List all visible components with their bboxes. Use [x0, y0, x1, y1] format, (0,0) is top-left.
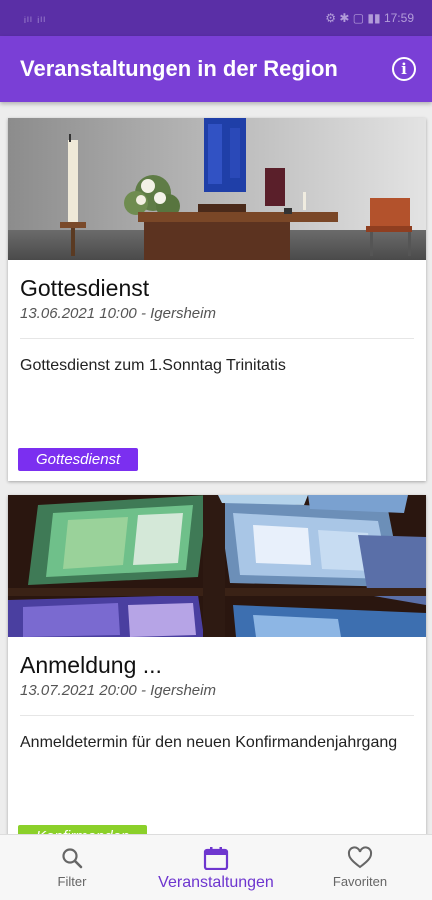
altar-photo [8, 118, 426, 260]
page-title: Veranstaltungen in der Region [20, 56, 338, 81]
nav-events[interactable]: Veranstaltungen [144, 835, 288, 900]
category-tag[interactable]: Gottesdienst [18, 448, 139, 471]
status-bar: ᵢₗₗ ᵢₗₗ ⚙ ✱ ▢ ▮▮ 17:59 [0, 0, 432, 36]
event-card[interactable]: Gottesdienst 13.06.2021 10:00 - Igershei… [8, 118, 426, 481]
nav-favorites-label: Favoriten [332, 874, 388, 889]
nav-favorites[interactable]: Favoriten [288, 835, 432, 900]
info-icon[interactable]: i [392, 57, 416, 81]
event-image [8, 118, 426, 260]
nav-filter[interactable]: Filter [0, 835, 144, 900]
event-description: Gottesdienst zum 1.Sonntag Trinitatis [20, 357, 286, 374]
heart-icon [347, 846, 373, 869]
divider [20, 715, 414, 716]
calendar-icon [203, 847, 229, 870]
signal-icons: ᵢₗₗ ᵢₗₗ [24, 11, 47, 25]
nav-events-label: Veranstaltungen [158, 874, 274, 891]
event-description: Anmeldetermin für den neuen Konfirmanden… [20, 734, 398, 751]
event-list[interactable]: Gottesdienst 13.06.2021 10:00 - Igershei… [0, 102, 432, 834]
app-bar: Veranstaltungen in der Region i [0, 36, 432, 102]
search-icon [62, 848, 83, 869]
event-date-location: 13.07.2021 20:00 - Igersheim [20, 682, 216, 699]
event-image [8, 495, 426, 637]
event-card[interactable]: Anmeldung ... 13.07.2021 20:00 - Igershe… [8, 495, 426, 834]
event-title: Anmeldung ... [20, 652, 162, 678]
category-tag[interactable]: Konfirmanden [18, 825, 148, 834]
stained-glass-photo [8, 495, 426, 637]
divider [20, 338, 414, 339]
event-date-location: 13.06.2021 10:00 - Igersheim [20, 305, 216, 322]
nav-filter-label: Filter [57, 874, 87, 889]
bottom-navigation: Filter Veranstaltungen Favoriten [0, 834, 432, 900]
event-title: Gottesdienst [20, 275, 150, 301]
status-icons: ⚙ ✱ ▢ ▮▮ 17:59 [325, 11, 414, 25]
